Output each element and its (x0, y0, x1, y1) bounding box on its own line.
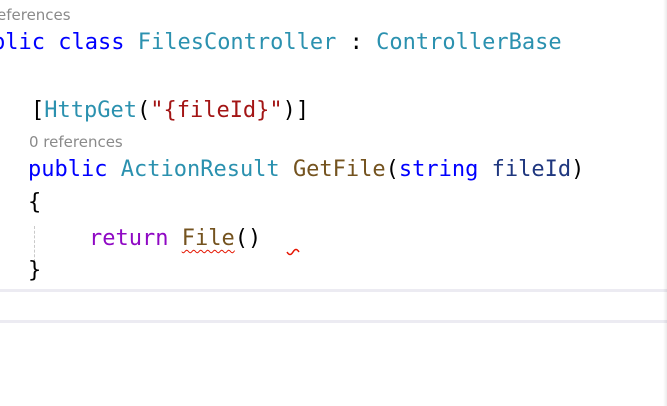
param-type: string (398, 157, 479, 182)
route-string: "{fileId}" (150, 98, 283, 123)
code-line-method-declaration: public ActionResult GetFile(string fileI… (28, 157, 584, 183)
colon: : (349, 30, 363, 55)
error-squiggle-icon (286, 248, 300, 256)
public-keyword: public (28, 157, 108, 182)
attribute-open-bracket: [ (31, 98, 45, 123)
code-line-attribute: [HttpGet("{fileId}")] (31, 98, 309, 124)
param-name: fileId (491, 157, 572, 182)
attribute-close: )] (282, 98, 310, 123)
return-keyword: return (89, 226, 169, 251)
code-line-class-declaration: blic class FilesController : ControllerB… (0, 30, 562, 56)
call-parens: () (234, 226, 262, 251)
param-close-paren: ) (571, 157, 585, 182)
editor-divider-top (0, 289, 667, 292)
param-open-paren: ( (385, 157, 399, 182)
class-name: FilesController (137, 30, 337, 55)
method-name: GetFile (292, 157, 386, 182)
codelens-references-class[interactable]: eferences (0, 6, 71, 24)
attribute-open-paren: ( (136, 98, 151, 123)
modifier-keyword: blic (0, 30, 45, 55)
return-type: ActionResult (120, 157, 280, 182)
code-line-return: return File() (89, 226, 261, 252)
editor-divider-bottom (0, 320, 667, 323)
code-line-close-brace: } (28, 258, 41, 284)
file-method-call[interactable]: File (182, 226, 235, 251)
indent-guide (34, 226, 35, 262)
attribute-name: HttpGet (44, 98, 137, 123)
open-brace: { (28, 190, 42, 215)
class-keyword: class (58, 30, 125, 55)
editor-edge-shadow (663, 0, 667, 406)
codelens-references-method[interactable]: 0 references (29, 133, 123, 151)
code-editor[interactable]: eferences blic class FilesController : C… (0, 0, 667, 406)
code-line-open-brace: { (28, 190, 41, 216)
base-class-name: ControllerBase (376, 30, 562, 55)
close-brace: } (28, 258, 42, 283)
